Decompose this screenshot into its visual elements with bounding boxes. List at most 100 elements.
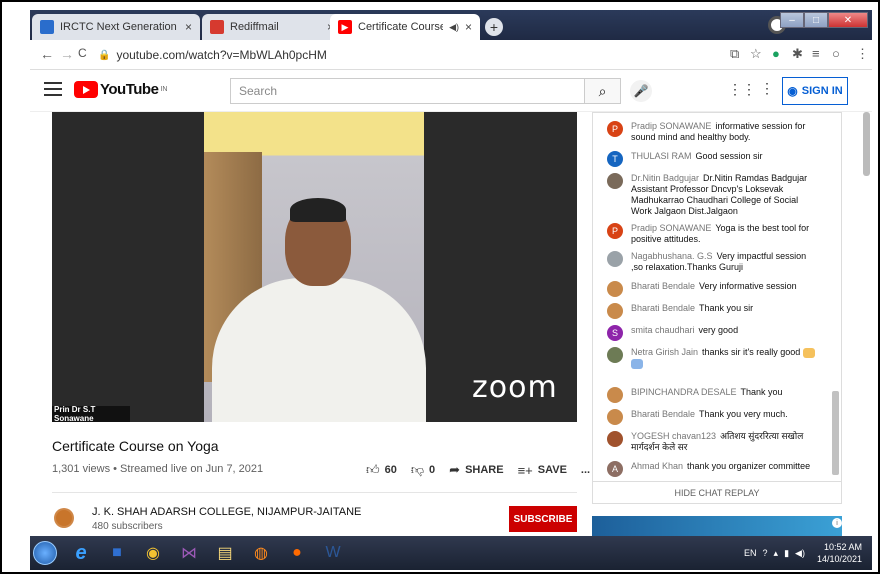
firefox-icon[interactable]: ◍: [246, 539, 276, 567]
network-icon[interactable]: ▴: [774, 548, 779, 559]
internet-explorer-icon[interactable]: e: [66, 539, 96, 567]
mute-tab-icon[interactable]: ◀): [449, 22, 459, 33]
channel-name[interactable]: J. K. SHAH ADARSH COLLEGE, NIJAMPUR-JAIT…: [92, 506, 361, 518]
close-tab-icon[interactable]: ×: [465, 20, 472, 34]
hide-chat-replay-button[interactable]: HIDE CHAT REPLAY: [593, 481, 841, 503]
like-count: 60: [384, 464, 397, 476]
bookmark-star-icon[interactable]: ☆: [750, 46, 762, 62]
chat-message: P Pradip SONAWANE informative session for…: [607, 121, 817, 143]
paint-icon[interactable]: ●: [282, 539, 312, 567]
url-text: youtube.com/watch?v=MbWLAh0pcHM: [116, 48, 327, 62]
cast-icon[interactable]: ⧉: [730, 46, 739, 62]
close-window-button[interactable]: ✕: [828, 12, 868, 28]
maximize-button[interactable]: □: [804, 12, 828, 28]
chat-message: T THULASI RAM Good session sir: [607, 151, 817, 167]
word-icon[interactable]: W: [318, 539, 348, 567]
chat-message: Bharati Bendale Thank you sir: [607, 303, 817, 319]
url-field[interactable]: 🔒 youtube.com/watch?v=MbWLAh0pcHM: [98, 44, 698, 66]
windows-start-icon: [33, 541, 57, 565]
help-icon[interactable]: ?: [763, 548, 768, 558]
speaker-name-tag: Prin Dr S.T Sonawane: [52, 405, 130, 422]
tab-title: Rediffmail: [230, 21, 279, 33]
voice-search-icon[interactable]: 🎤: [630, 80, 652, 102]
start-button[interactable]: [30, 539, 60, 567]
chat-text: Thank you: [740, 387, 783, 397]
chat-message: YOGESH chavan123 अतिशय सुंदररित्या सखोल म…: [607, 431, 817, 453]
forward-button[interactable]: →: [60, 46, 74, 62]
close-tab-icon[interactable]: ×: [185, 20, 192, 34]
save-label: SAVE: [537, 464, 567, 476]
logo-region: IN: [160, 86, 168, 93]
minimize-button[interactable]: –: [780, 12, 804, 28]
outlook-icon[interactable]: ■: [102, 539, 132, 567]
dislike-count: 0: [429, 464, 436, 476]
new-tab-button[interactable]: +: [485, 18, 503, 36]
chat-author: BIPINCHANDRA DESALE: [631, 387, 737, 397]
chat-author: Netra Girish Jain: [631, 347, 699, 357]
extensions-puzzle-icon[interactable]: ✱: [792, 46, 803, 62]
browser-menu-icon[interactable]: ⋮: [856, 46, 869, 62]
share-button[interactable]: ➦ SHARE: [449, 462, 503, 478]
extension-icon[interactable]: ●: [772, 46, 780, 61]
chrome-icon[interactable]: ◉: [138, 539, 168, 567]
taskbar: e ■ ◉ ⋈ ▤ ◍ ● W EN ? ▴ ▮ ◀) 10:52 AM 14/…: [30, 536, 872, 570]
youtube-header: YouTube IN Search ⌕ 🎤 ⋮⋮ ⋮ ◉ SIGN IN: [30, 72, 872, 112]
chat-author: smita chaudhari: [631, 325, 695, 335]
page-scrollbar[interactable]: [863, 112, 870, 176]
dislike-button[interactable]: 👎︎ 0: [411, 462, 435, 478]
ad-banner[interactable]: i: [592, 516, 842, 538]
chat-avatar: [607, 173, 623, 189]
rediffmail-favicon-icon: [210, 20, 224, 34]
language-indicator[interactable]: EN: [744, 548, 757, 558]
folded-hands-emoji-icon: [631, 358, 643, 369]
tab-irctc[interactable]: IRCTC Next Generation eTicketin ×: [32, 14, 200, 40]
youtube-logo[interactable]: YouTube IN: [74, 81, 167, 98]
like-button[interactable]: 👍︎ 60: [366, 462, 397, 478]
chat-avatar: [607, 387, 623, 403]
reading-list-icon[interactable]: ≡: [812, 46, 820, 61]
speaker-hair: [290, 198, 346, 222]
settings-dots-icon[interactable]: ⋮: [760, 80, 774, 97]
youtube-favicon-icon: ▶: [338, 20, 352, 34]
sign-in-button[interactable]: ◉ SIGN IN: [782, 77, 848, 105]
chat-message: S smita chaudhari very good: [607, 325, 817, 341]
chat-author: Pradip SONAWANE: [631, 223, 712, 233]
tab-title: Certificate Course on Yoga -: [358, 21, 444, 33]
playlist-add-icon: ≡+: [517, 462, 533, 478]
search-button[interactable]: ⌕: [585, 78, 621, 104]
chat-avatar: [607, 431, 623, 447]
chat-avatar: T: [607, 151, 623, 167]
back-button[interactable]: ←: [40, 46, 54, 62]
screen: IRCTC Next Generation eTicketin × Rediff…: [0, 0, 880, 574]
more-actions-button[interactable]: ...: [581, 464, 590, 476]
youtube-play-icon: [74, 81, 98, 98]
chat-avatar: P: [607, 121, 623, 137]
channel-avatar[interactable]: [54, 508, 74, 528]
video-player[interactable]: zoom Prin Dr S.T Sonawane: [52, 112, 577, 422]
tab-rediffmail[interactable]: Rediffmail ×: [202, 14, 342, 40]
profile-avatar-icon[interactable]: ○: [832, 46, 840, 61]
tab-youtube[interactable]: ▶ Certificate Course on Yoga - ◀) ×: [330, 14, 480, 40]
search-input[interactable]: Search: [230, 78, 585, 104]
clock[interactable]: 10:52 AM 14/10/2021: [817, 541, 862, 565]
thumbs-up-emoji-icon: [802, 347, 815, 358]
ad-info-icon[interactable]: i: [832, 518, 842, 528]
apps-grid-icon[interactable]: ⋮⋮: [728, 81, 756, 98]
reload-button[interactable]: C: [78, 46, 87, 60]
chat-text: thank you organizer committee: [687, 461, 811, 471]
media-player-icon[interactable]: ⋈: [174, 539, 204, 567]
chat-author: YOGESH chavan123: [631, 431, 717, 441]
save-button[interactable]: ≡+ SAVE: [518, 463, 567, 478]
volume-icon[interactable]: ◀): [795, 548, 805, 559]
chat-text: Very informative session: [699, 281, 797, 291]
logo-word: YouTube: [100, 81, 159, 98]
menu-icon[interactable]: [44, 82, 62, 96]
signal-icon[interactable]: ▮: [784, 548, 789, 559]
chat-message: P Pradip SONAWANE Yoga is the best tool f…: [607, 223, 817, 245]
chat-avatar: [607, 303, 623, 319]
subscribe-button[interactable]: SUBSCRIBE: [509, 506, 577, 532]
chat-author: THULASI RAM: [631, 151, 692, 161]
file-explorer-icon[interactable]: ▤: [210, 539, 240, 567]
chat-scrollbar[interactable]: [832, 391, 839, 475]
chat-author: Bharati Bendale: [631, 409, 696, 419]
